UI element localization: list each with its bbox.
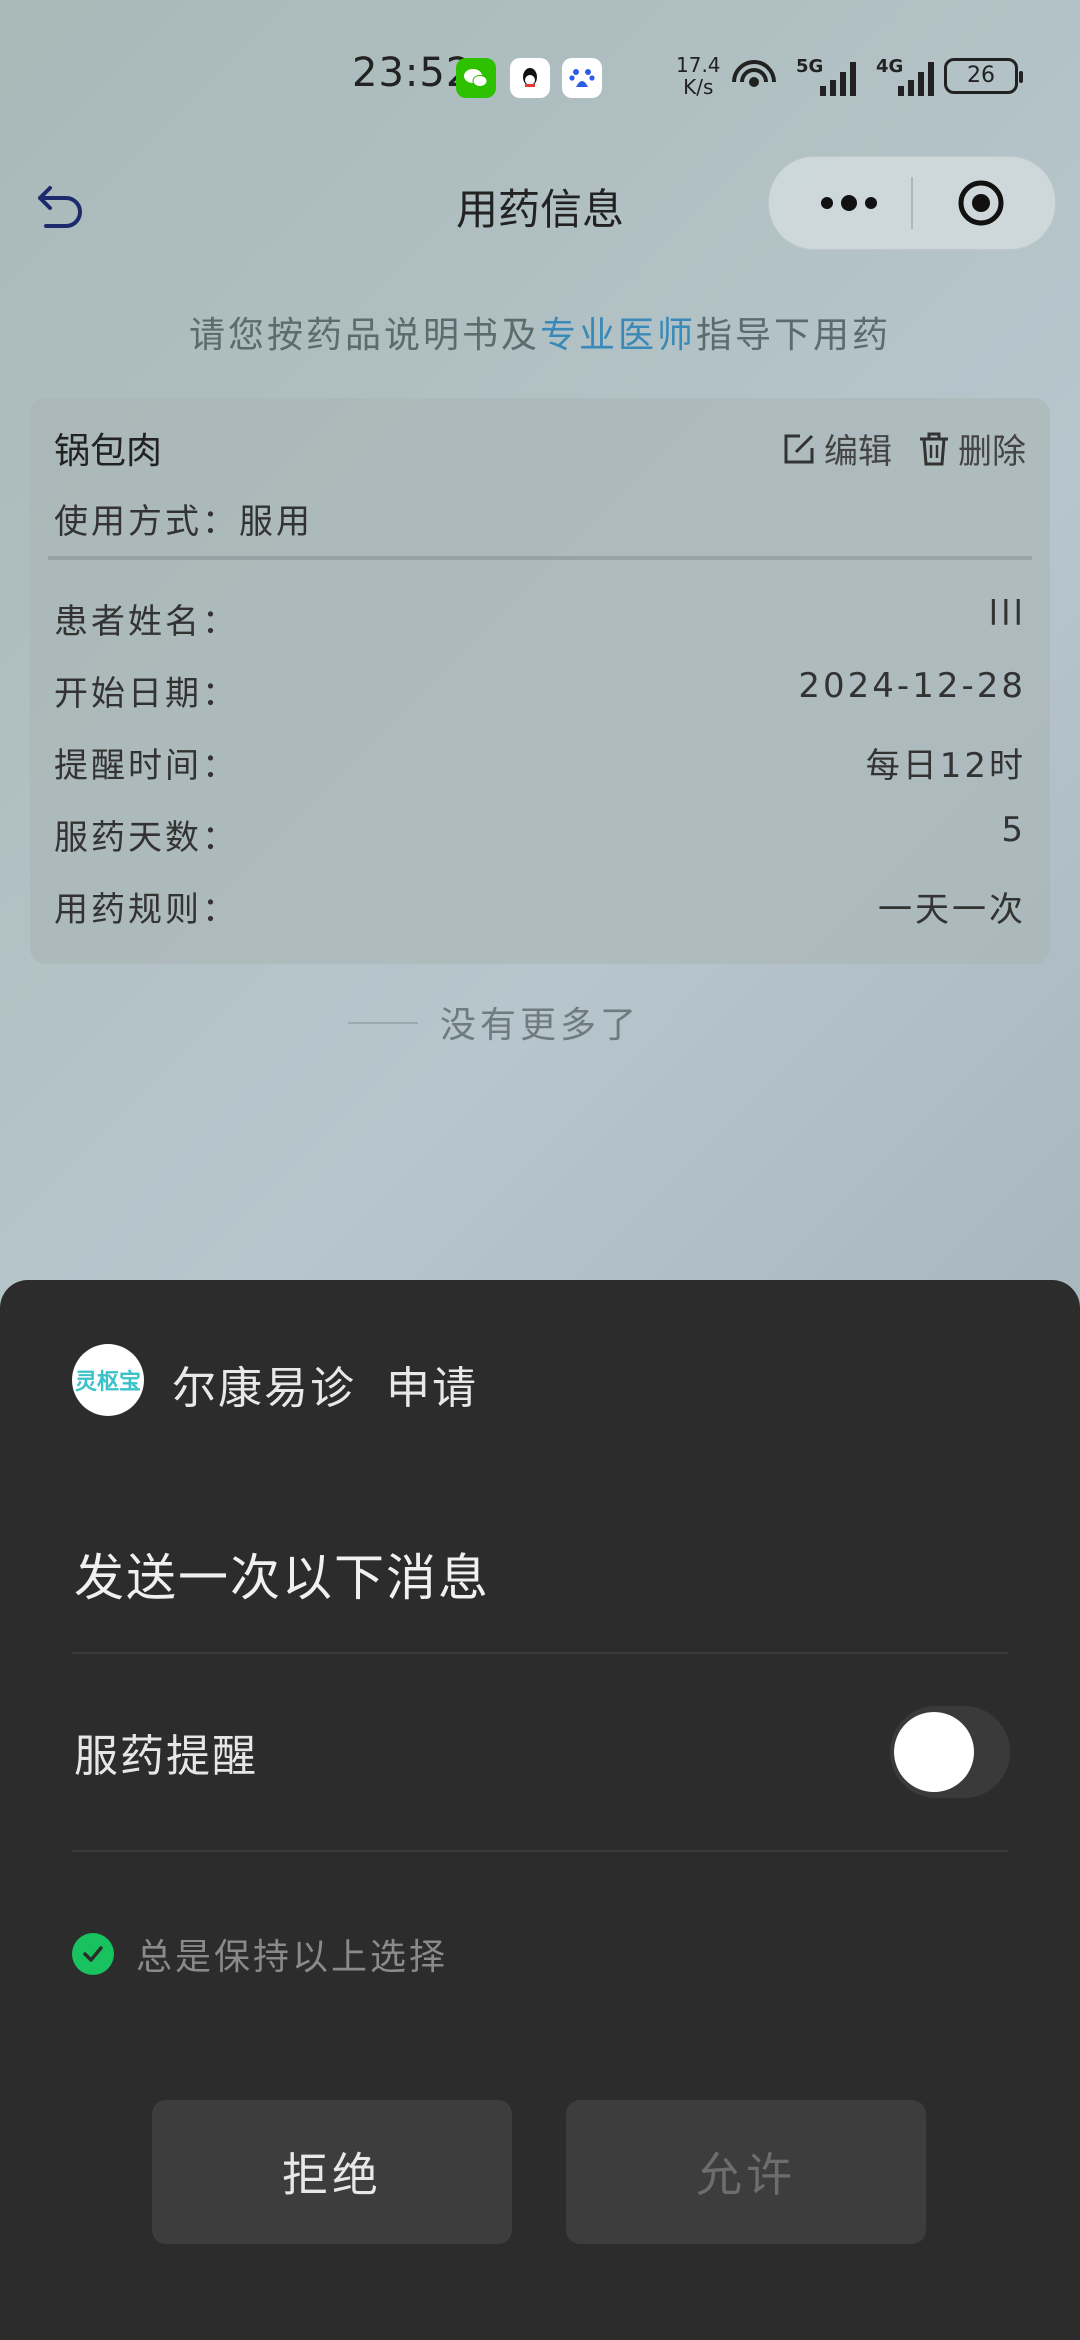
row-rule: 用药规则： 一天一次 bbox=[54, 890, 1026, 930]
row-days: 服药天数： 5 bbox=[54, 810, 1026, 858]
signal-4g-icon bbox=[898, 62, 934, 96]
network-speed: 17.4 K/s bbox=[676, 53, 721, 99]
signal-5g-icon bbox=[820, 62, 856, 96]
allow-button[interactable]: 允许 bbox=[566, 2100, 926, 2244]
qq-icon bbox=[510, 58, 550, 98]
sheet-heading: 发送一次以下消息 bbox=[74, 1549, 490, 1607]
notice-highlight: 专业医师 bbox=[539, 315, 696, 356]
hotspot-icon bbox=[732, 60, 776, 87]
reject-button[interactable]: 拒绝 bbox=[152, 2100, 512, 2244]
sheet-divider bbox=[72, 1850, 1008, 1852]
close-mini-program-icon[interactable] bbox=[957, 179, 1005, 227]
more-icon[interactable] bbox=[819, 195, 879, 211]
toggle-knob bbox=[894, 1712, 974, 1792]
keep-selection-option[interactable]: 总是保持以上选择 bbox=[72, 1928, 448, 1980]
reminder-item-label: 服药提醒 bbox=[74, 1731, 258, 1782]
no-more-text: 没有更多了 bbox=[0, 996, 1080, 1048]
subscribe-message-sheet: 灵枢宝 尔康易诊 申请 发送一次以下消息 服药提醒 总是保持以上选择 拒绝 允许 bbox=[0, 1280, 1080, 2340]
capsule-divider bbox=[911, 177, 913, 229]
status-time: 23:52 bbox=[352, 50, 473, 96]
usage-notice: 请您按药品说明书及专业医师指导下用药 bbox=[188, 315, 892, 356]
keep-selection-label: 总是保持以上选择 bbox=[136, 1937, 449, 1978]
edit-icon bbox=[784, 434, 814, 463]
edit-button[interactable]: 编辑 bbox=[780, 424, 892, 473]
card-actions: 编辑 删除 bbox=[780, 424, 1026, 473]
sheet-app-name: 尔康易诊 申请 bbox=[172, 1363, 478, 1414]
app-logo: 灵枢宝 bbox=[72, 1344, 144, 1416]
row-patient-name: 患者姓名： lll bbox=[54, 594, 1026, 642]
delete-button[interactable]: 删除 bbox=[916, 424, 1026, 473]
row-reminder-time: 提醒时间： 每日12时 bbox=[54, 746, 1026, 786]
battery-indicator: 26 bbox=[944, 58, 1023, 94]
sheet-divider bbox=[72, 1652, 1008, 1654]
status-bar: 23:52 17.4 K/s 5G 4G 26 bbox=[0, 0, 1080, 150]
reminder-toggle[interactable] bbox=[890, 1706, 1010, 1798]
mini-program-capsule bbox=[768, 156, 1056, 250]
trash-icon bbox=[920, 432, 948, 465]
baidu-icon bbox=[562, 58, 602, 98]
medication-card: 锅包肉 编辑 删除 使用方式：服用 患者姓名： lll 开始日期： 2024-12-… bbox=[30, 398, 1050, 964]
card-divider bbox=[48, 556, 1032, 560]
check-icon bbox=[72, 1933, 114, 1975]
row-start-date: 开始日期： 2024-12-28 bbox=[54, 666, 1026, 714]
wechat-icon bbox=[456, 58, 496, 98]
medication-name: 锅包肉 bbox=[54, 431, 163, 472]
usage-method: 使用方式：服用 bbox=[54, 502, 313, 542]
